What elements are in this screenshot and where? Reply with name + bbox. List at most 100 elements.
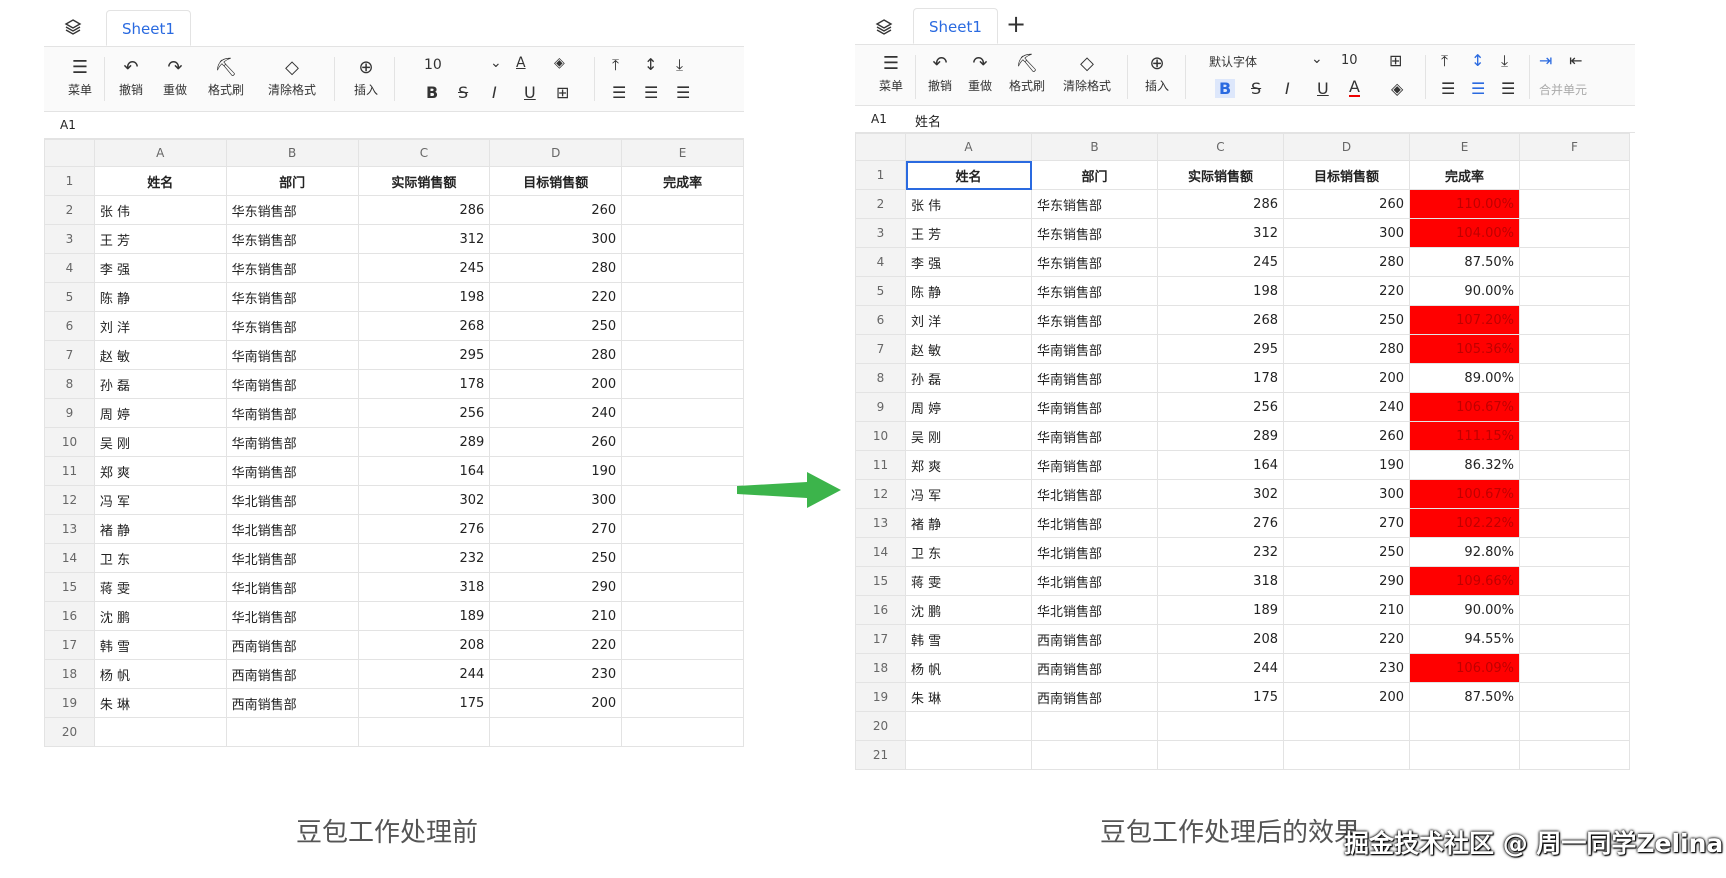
cell[interactable]: [1519, 624, 1630, 654]
bold-button[interactable]: B: [1215, 79, 1236, 98]
cell[interactable]: 华北销售部: [225, 485, 359, 515]
redo-button[interactable]: ↷ 重做: [158, 55, 192, 98]
cell[interactable]: 华北销售部: [225, 601, 359, 631]
undo-button[interactable]: ↶ 撤销: [114, 55, 148, 98]
row-header[interactable]: 3: [44, 224, 95, 254]
row-header[interactable]: 1: [44, 166, 95, 196]
row-header[interactable]: 11: [44, 456, 95, 486]
cell[interactable]: 李 强: [905, 247, 1032, 277]
cell[interactable]: 220: [1283, 624, 1410, 654]
cell[interactable]: 吴 刚: [905, 421, 1032, 451]
row-header[interactable]: 6: [855, 305, 906, 335]
format-painter-button[interactable]: ⛏ 格式刷: [202, 55, 250, 98]
italic-button[interactable]: I: [492, 83, 497, 102]
cell[interactable]: [1519, 537, 1630, 567]
cell[interactable]: 李 强: [93, 253, 227, 283]
cell[interactable]: 280: [489, 253, 623, 283]
cell[interactable]: 华南销售部: [1031, 450, 1158, 480]
cell[interactable]: 295: [357, 340, 491, 370]
cell[interactable]: 200: [489, 688, 623, 718]
cell[interactable]: [621, 224, 744, 254]
format-painter-button[interactable]: ⛏ 格式刷: [1003, 51, 1051, 94]
cell[interactable]: [93, 717, 227, 747]
cell[interactable]: [1409, 740, 1520, 770]
cell[interactable]: 270: [489, 514, 623, 544]
cell[interactable]: 华南销售部: [1031, 334, 1158, 364]
cell[interactable]: 刘 洋: [93, 311, 227, 341]
cell[interactable]: [621, 514, 744, 544]
cell[interactable]: 105.36%: [1409, 334, 1520, 364]
cell[interactable]: 华东销售部: [1031, 305, 1158, 335]
chevron-down-icon[interactable]: ⌄: [1311, 51, 1323, 67]
cell[interactable]: 302: [1157, 479, 1284, 509]
cell[interactable]: 250: [489, 543, 623, 573]
cell[interactable]: 280: [1283, 247, 1410, 277]
row-header[interactable]: 3: [855, 218, 906, 248]
cell[interactable]: 175: [357, 688, 491, 718]
header-cell[interactable]: [1519, 160, 1630, 190]
cell[interactable]: [621, 659, 744, 689]
cell[interactable]: 孙 磊: [905, 363, 1032, 393]
cell[interactable]: 178: [1157, 363, 1284, 393]
cell[interactable]: 西南销售部: [225, 659, 359, 689]
header-cell[interactable]: 实际销售额: [357, 166, 491, 196]
cell[interactable]: 华南销售部: [225, 456, 359, 486]
cell[interactable]: [357, 717, 491, 747]
cell[interactable]: [1519, 189, 1630, 219]
cell[interactable]: [621, 340, 744, 370]
cell[interactable]: 190: [489, 456, 623, 486]
merge-cells-button[interactable]: 合并单元: [1539, 81, 1587, 98]
cell[interactable]: 220: [1283, 276, 1410, 306]
cell[interactable]: 198: [1157, 276, 1284, 306]
cell[interactable]: 210: [1283, 595, 1410, 625]
fill-color-icon[interactable]: ◈: [554, 55, 565, 71]
cell[interactable]: 268: [1157, 305, 1284, 335]
row-header[interactable]: 8: [44, 369, 95, 399]
cell[interactable]: 94.55%: [1409, 624, 1520, 654]
cell[interactable]: 250: [1283, 305, 1410, 335]
cell[interactable]: [1519, 305, 1630, 335]
cell[interactable]: [489, 717, 623, 747]
font-color-button[interactable]: A: [516, 55, 526, 71]
row-header[interactable]: 7: [855, 334, 906, 364]
cell[interactable]: [1283, 740, 1410, 770]
cell[interactable]: 260: [489, 427, 623, 457]
cell[interactable]: 西南销售部: [225, 630, 359, 660]
cell[interactable]: [621, 282, 744, 312]
cell[interactable]: [621, 369, 744, 399]
cell[interactable]: [621, 398, 744, 428]
row-header[interactable]: 15: [855, 566, 906, 596]
tab-sheet1[interactable]: Sheet1: [913, 8, 998, 44]
cell[interactable]: 198: [357, 282, 491, 312]
insert-button[interactable]: ⊕ 插入: [1135, 51, 1179, 94]
row-header[interactable]: 13: [44, 514, 95, 544]
cell[interactable]: [621, 456, 744, 486]
cell[interactable]: 290: [1283, 566, 1410, 596]
row-header[interactable]: 20: [855, 711, 906, 741]
header-cell[interactable]: 姓名: [93, 166, 227, 196]
cell[interactable]: [1409, 711, 1520, 741]
cell[interactable]: 318: [1157, 566, 1284, 596]
clear-format-button[interactable]: ◇ 清除格式: [260, 55, 324, 98]
cell[interactable]: 175: [1157, 682, 1284, 712]
cell[interactable]: 华南销售部: [225, 369, 359, 399]
insert-button[interactable]: ⊕ 插入: [344, 55, 388, 98]
cell[interactable]: 周 婷: [905, 392, 1032, 422]
row-header[interactable]: 5: [44, 282, 95, 312]
cell[interactable]: 华东销售部: [225, 311, 359, 341]
align-left-icon[interactable]: ☰: [1441, 79, 1455, 98]
cell[interactable]: 200: [1283, 682, 1410, 712]
cell[interactable]: 245: [357, 253, 491, 283]
cell[interactable]: [1519, 508, 1630, 538]
cell[interactable]: 244: [357, 659, 491, 689]
cell[interactable]: 232: [357, 543, 491, 573]
cell[interactable]: 110.00%: [1409, 189, 1520, 219]
font-size-select[interactable]: 10: [424, 57, 442, 73]
cell[interactable]: [1519, 653, 1630, 683]
header-cell[interactable]: 目标销售额: [1283, 160, 1410, 190]
cell[interactable]: [1519, 682, 1630, 712]
menu-button[interactable]: ☰ 菜单: [871, 51, 911, 94]
row-header[interactable]: 17: [855, 624, 906, 654]
row-header[interactable]: 6: [44, 311, 95, 341]
cell[interactable]: 240: [1283, 392, 1410, 422]
